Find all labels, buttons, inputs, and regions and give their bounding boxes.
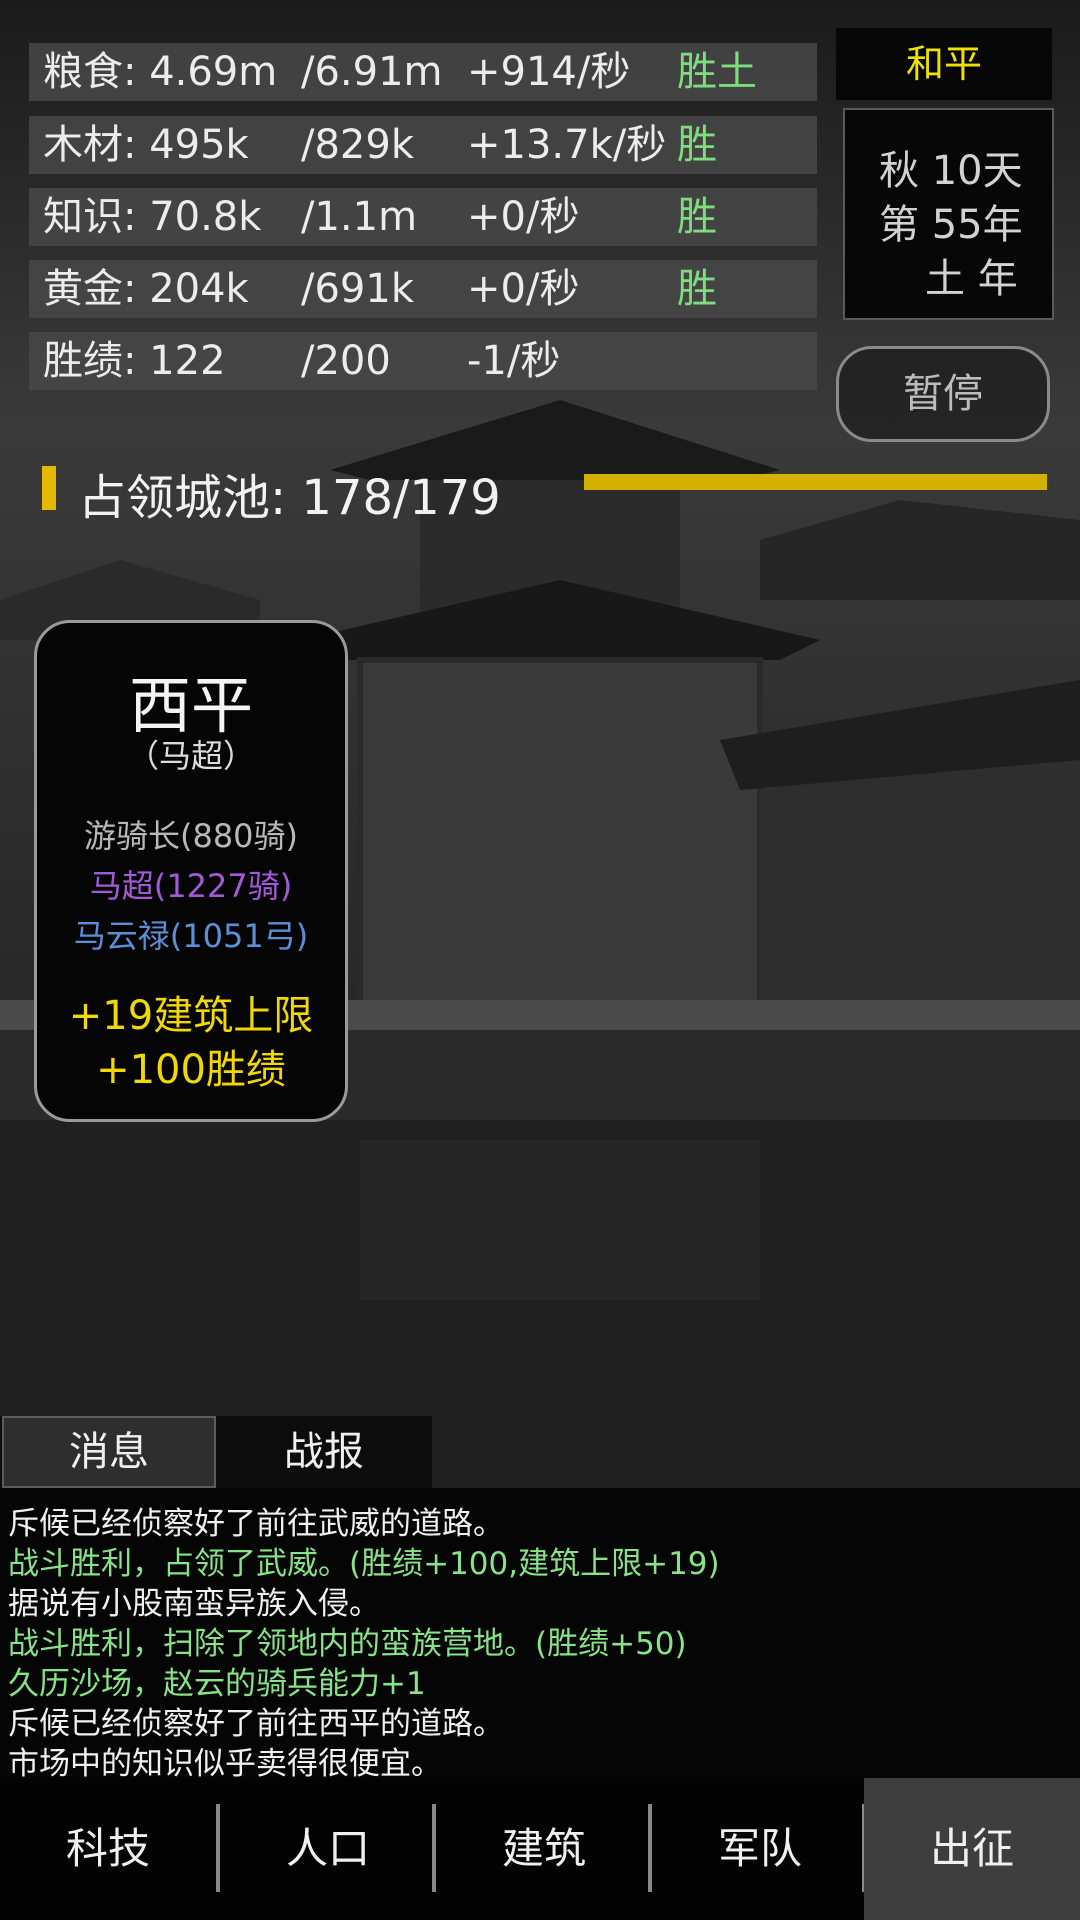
resource-status: 胜 bbox=[677, 266, 717, 312]
city-unit: 马云禄(1051弓) bbox=[73, 917, 309, 955]
resource-max: /829k bbox=[301, 122, 414, 168]
message-log[interactable]: 斥候已经侦察好了前往武威的道路。 战斗胜利，占领了武威。(胜绩+100,建筑上限… bbox=[0, 1488, 1080, 1782]
log-line: 战斗胜利，扫除了领地内的蛮族营地。(胜绩+50) bbox=[8, 1626, 687, 1662]
occupation-progress-bar bbox=[584, 474, 1050, 490]
resource-max: /200 bbox=[301, 338, 391, 384]
occupation-marker-icon bbox=[42, 466, 56, 510]
resource-rate: +13.7k/秒 bbox=[467, 122, 667, 168]
resource-name: 黄金: 204k bbox=[43, 266, 249, 312]
resource-name: 知识: 70.8k bbox=[43, 194, 262, 240]
resource-row-victory: 胜绩: 122 /200 -1/秒 bbox=[29, 332, 817, 390]
peace-status-badge: 和平 bbox=[836, 28, 1052, 100]
date-year-element: 土 年 bbox=[925, 256, 1018, 302]
resource-rate: +0/秒 bbox=[467, 266, 580, 312]
resource-name: 胜绩: 122 bbox=[43, 338, 226, 384]
tab-battle-report[interactable]: 战报 bbox=[216, 1416, 432, 1488]
date-season-day: 秋 10天 bbox=[879, 148, 1023, 194]
bottom-navigation: 科技 人口 建筑 军队 出征 bbox=[0, 1778, 1080, 1920]
resource-status: 胜 bbox=[677, 122, 717, 168]
city-bonus: +100胜绩 bbox=[96, 1047, 286, 1093]
nav-expedition[interactable]: 出征 bbox=[864, 1778, 1080, 1920]
resource-rate: +914/秒 bbox=[467, 49, 631, 95]
resource-name: 木材: 495k bbox=[43, 122, 249, 168]
city-bonus: +19建筑上限 bbox=[68, 993, 314, 1039]
city-lord: （马超） bbox=[126, 737, 255, 775]
occupation-label: 占领城池: 178/179 bbox=[78, 470, 501, 526]
resource-row-food: 粮食: 4.69m /6.91m +914/秒 胜土 bbox=[29, 43, 817, 101]
tab-messages[interactable]: 消息 bbox=[2, 1416, 216, 1488]
log-line: 据说有小股南蛮异族入侵。 bbox=[8, 1586, 380, 1622]
nav-technology[interactable]: 科技 bbox=[0, 1778, 216, 1920]
resource-max: /1.1m bbox=[301, 194, 418, 240]
city-unit: 游骑长(880骑) bbox=[83, 817, 299, 855]
resource-row-wood: 木材: 495k /829k +13.7k/秒 胜 bbox=[29, 116, 817, 174]
pause-button[interactable]: 暂停 bbox=[836, 346, 1050, 442]
log-tab-bar: 消息 战报 bbox=[0, 1416, 432, 1488]
resource-status: 胜土 bbox=[677, 49, 757, 95]
nav-army[interactable]: 军队 bbox=[652, 1778, 868, 1920]
resource-max: /691k bbox=[301, 266, 414, 312]
city-unit: 马超(1227骑) bbox=[89, 867, 293, 905]
resource-status: 胜 bbox=[677, 194, 717, 240]
log-line: 战斗胜利，占领了武威。(胜绩+100,建筑上限+19) bbox=[8, 1546, 720, 1582]
log-line: 久历沙场，赵云的骑兵能力+1 bbox=[8, 1666, 426, 1702]
log-line: 斥候已经侦察好了前往西平的道路。 bbox=[8, 1706, 504, 1742]
resource-row-gold: 黄金: 204k /691k +0/秒 胜 bbox=[29, 260, 817, 318]
nav-buildings[interactable]: 建筑 bbox=[436, 1778, 652, 1920]
log-line: 斥候已经侦察好了前往武威的道路。 bbox=[8, 1506, 504, 1542]
resource-rate: -1/秒 bbox=[467, 338, 561, 384]
log-line: 市场中的知识似乎卖得很便宜。 bbox=[8, 1746, 442, 1782]
resource-row-knowledge: 知识: 70.8k /1.1m +0/秒 胜 bbox=[29, 188, 817, 246]
date-panel: 秋 10天 第 55年 土 年 bbox=[843, 108, 1054, 320]
occupation-progress-fill bbox=[584, 474, 1048, 490]
date-year: 第 55年 bbox=[879, 202, 1023, 248]
nav-population[interactable]: 人口 bbox=[220, 1778, 436, 1920]
resource-rate: +0/秒 bbox=[467, 194, 580, 240]
resource-max: /6.91m bbox=[301, 49, 443, 95]
city-card[interactable]: 西平 （马超） 游骑长(880骑) 马超(1227骑) 马云禄(1051弓) +… bbox=[34, 620, 348, 1122]
resource-name: 粮食: 4.69m bbox=[43, 49, 278, 95]
